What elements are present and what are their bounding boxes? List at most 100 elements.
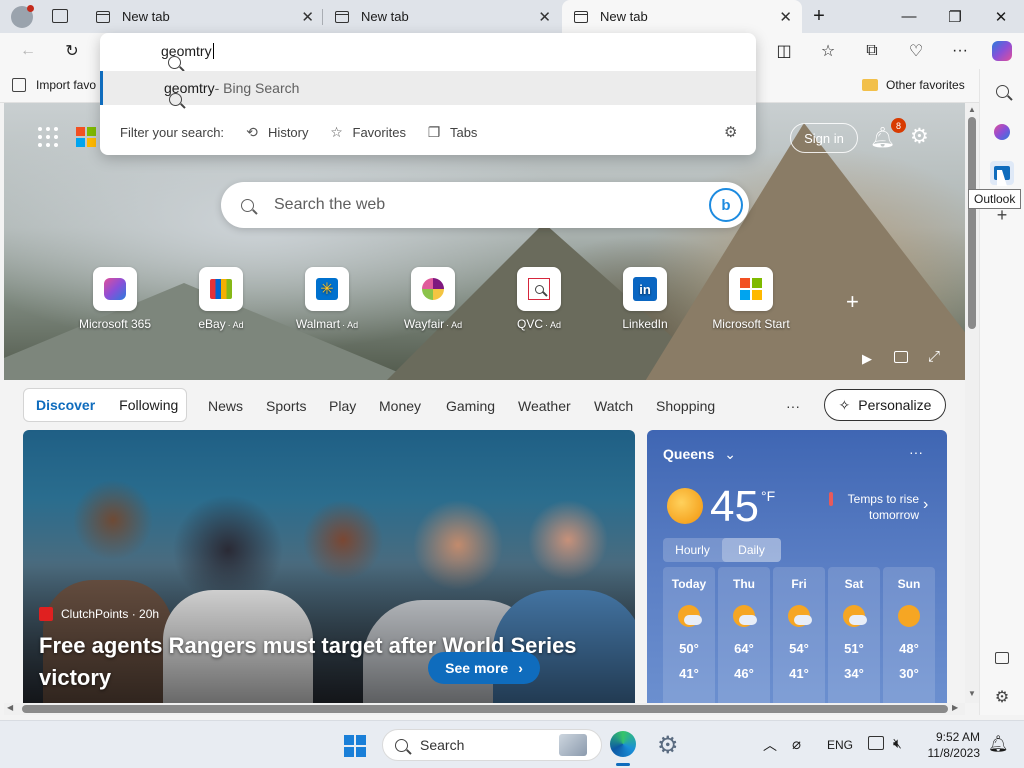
settings-gear-icon[interactable]: ⚙ (910, 124, 929, 149)
horizontal-scrollbar[interactable]: ◀ ▶ (4, 703, 965, 715)
more-nav-icon[interactable]: ··· (786, 398, 800, 414)
volume-muted-icon[interactable]: 🔇︎ (893, 735, 902, 752)
nav-sports[interactable]: Sports (266, 398, 306, 414)
temp-unit: °F (761, 488, 776, 504)
tab-hourly[interactable]: Hourly (663, 538, 722, 562)
see-more-label: See more (445, 660, 509, 676)
weather-more-icon[interactable]: ··· (909, 444, 923, 460)
quicklink-microsoft-start[interactable]: Microsoft Start (706, 267, 796, 331)
quicklink-wayfair[interactable]: Wayfair · Ad (388, 267, 478, 331)
nav-money[interactable]: Money (379, 398, 421, 414)
taskbar-search[interactable]: Search (382, 729, 602, 761)
tab-discover[interactable]: Discover (24, 397, 107, 413)
forecast-day[interactable]: Sat 51° 34° (828, 567, 880, 703)
nav-watch[interactable]: Watch (594, 398, 633, 414)
background-image-icon[interactable] (894, 351, 908, 363)
forecast-day[interactable]: Sun 48° 30° (883, 567, 935, 703)
favorites-star-icon[interactable]: ☆ (815, 39, 841, 63)
day-name: Sat (844, 577, 864, 591)
see-more-button[interactable]: See more › (428, 652, 540, 684)
collections-icon[interactable]: ⧉ (859, 39, 885, 63)
close-tab-icon[interactable]: ✕ (779, 8, 792, 26)
sign-in-button[interactable]: Sign in (790, 123, 858, 153)
tab-daily[interactable]: Daily (722, 538, 781, 562)
minimize-button[interactable]: — (886, 0, 932, 33)
close-tab-icon[interactable]: ✕ (301, 8, 314, 26)
close-tab-icon[interactable]: ✕ (538, 8, 551, 26)
hide-sidebar-icon[interactable] (990, 646, 1014, 670)
web-search-box[interactable]: Search the web b (221, 182, 749, 228)
suggestion-suffix: - Bing Search (214, 80, 300, 96)
weather-card[interactable]: Queens ⌄ ··· 45 °F Temps to rise tomorro… (647, 430, 947, 703)
scrollbar-thumb[interactable] (22, 705, 948, 713)
tab-2[interactable]: New tab ✕ (323, 0, 561, 33)
display-icon[interactable] (868, 736, 884, 750)
more-menu-icon[interactable]: ··· (947, 39, 973, 63)
close-window-button[interactable]: ✕ (978, 0, 1024, 33)
quicklink-walmart[interactable]: ✳ Walmart · Ad (282, 267, 372, 331)
address-input[interactable]: geomtry (100, 33, 756, 69)
search-icon[interactable] (990, 79, 1014, 103)
app-launcher-icon[interactable] (38, 127, 58, 147)
news-card[interactable]: ClutchPoints · 20h Free agents Rangers m… (23, 430, 635, 703)
expand-icon[interactable]: ⤢ (928, 348, 940, 365)
quicklink-ebay[interactable]: eBay · Ad (176, 267, 266, 331)
bing-chat-icon[interactable]: b (709, 188, 743, 222)
search-suggestion[interactable]: geomtry - Bing Search (100, 71, 756, 106)
restore-button[interactable]: ❐ (932, 0, 978, 33)
network-offline-icon[interactable]: ⌀ (792, 735, 801, 753)
add-shortcut-icon[interactable]: + (846, 289, 859, 315)
nav-play[interactable]: Play (329, 398, 356, 414)
personalize-button[interactable]: ✧ Personalize (824, 389, 946, 421)
notification-badge: 8 (891, 118, 906, 133)
filter-history[interactable]: ⟲ History (244, 124, 308, 140)
notifications-bell-icon[interactable]: 🔔︎ (988, 734, 1008, 754)
performance-heart-icon[interactable]: ♡ (903, 39, 929, 63)
chevron-right-icon[interactable]: › (923, 496, 928, 514)
sidebar-settings-gear-icon[interactable]: ⚙ (990, 685, 1014, 709)
address-bar-dropdown: geomtry geomtry - Bing Search Filter you… (100, 33, 756, 155)
scroll-left-icon[interactable]: ◀ (7, 703, 13, 712)
scroll-right-icon[interactable]: ▶ (952, 703, 958, 712)
split-screen-icon[interactable]: ◫ (771, 39, 797, 63)
scroll-up-icon[interactable]: ▲ (968, 105, 976, 114)
filter-tabs[interactable]: ❐ Tabs (426, 124, 478, 140)
back-arrow-icon[interactable]: ← (15, 39, 41, 63)
filter-favorites[interactable]: ☆ Favorites (329, 124, 406, 140)
tab-3-active[interactable]: New tab ✕ (562, 0, 802, 33)
settings-taskbar-icon[interactable]: ⚙ (657, 731, 679, 760)
quicklink-qvc[interactable]: QVC · Ad (494, 267, 584, 331)
forecast-day[interactable]: Thu 64° 46° (718, 567, 770, 703)
system-clock[interactable]: 9:52 AM 11/8/2023 (920, 729, 981, 761)
day-name: Thu (733, 577, 755, 591)
quicklink-microsoft-365[interactable]: Microsoft 365 (70, 267, 160, 331)
copilot-icon[interactable] (989, 39, 1015, 63)
other-favorites-folder[interactable]: Other favorites (862, 78, 965, 92)
personalize-label: Personalize (858, 397, 932, 413)
language-indicator[interactable]: ENG (827, 738, 853, 752)
show-hidden-icons-chevron-icon[interactable]: ︿ (763, 735, 777, 755)
scrollbar-thumb[interactable] (968, 117, 976, 329)
nav-gaming[interactable]: Gaming (446, 398, 495, 414)
gear-icon[interactable]: ⚙ (724, 123, 737, 141)
windows-start-icon[interactable] (344, 735, 366, 757)
weather-location[interactable]: Queens ⌄ (663, 446, 736, 463)
import-favorites-button[interactable]: Import favo (12, 78, 96, 92)
forecast-day[interactable]: Fri 54° 41° (773, 567, 825, 703)
refresh-icon[interactable]: ↻ (59, 39, 85, 63)
tab-following[interactable]: Following (107, 397, 190, 413)
text-caret (212, 43, 214, 59)
copilot-icon[interactable] (990, 120, 1014, 144)
tab-1[interactable]: New tab ✕ (84, 0, 324, 33)
quicklink-label: Microsoft Start (712, 317, 790, 331)
scroll-down-icon[interactable]: ▼ (968, 689, 976, 698)
nav-weather[interactable]: Weather (518, 398, 571, 414)
quicklink-linkedin[interactable]: in LinkedIn (600, 267, 690, 331)
new-tab-button[interactable]: + (806, 4, 832, 28)
forecast-day[interactable]: Today 50° 41° (663, 567, 715, 703)
play-icon[interactable]: ▶ (862, 351, 872, 367)
tab-actions-icon[interactable] (52, 9, 68, 23)
nav-news[interactable]: News (208, 398, 243, 414)
nav-shopping[interactable]: Shopping (656, 398, 715, 414)
edge-taskbar-icon[interactable] (610, 731, 636, 757)
